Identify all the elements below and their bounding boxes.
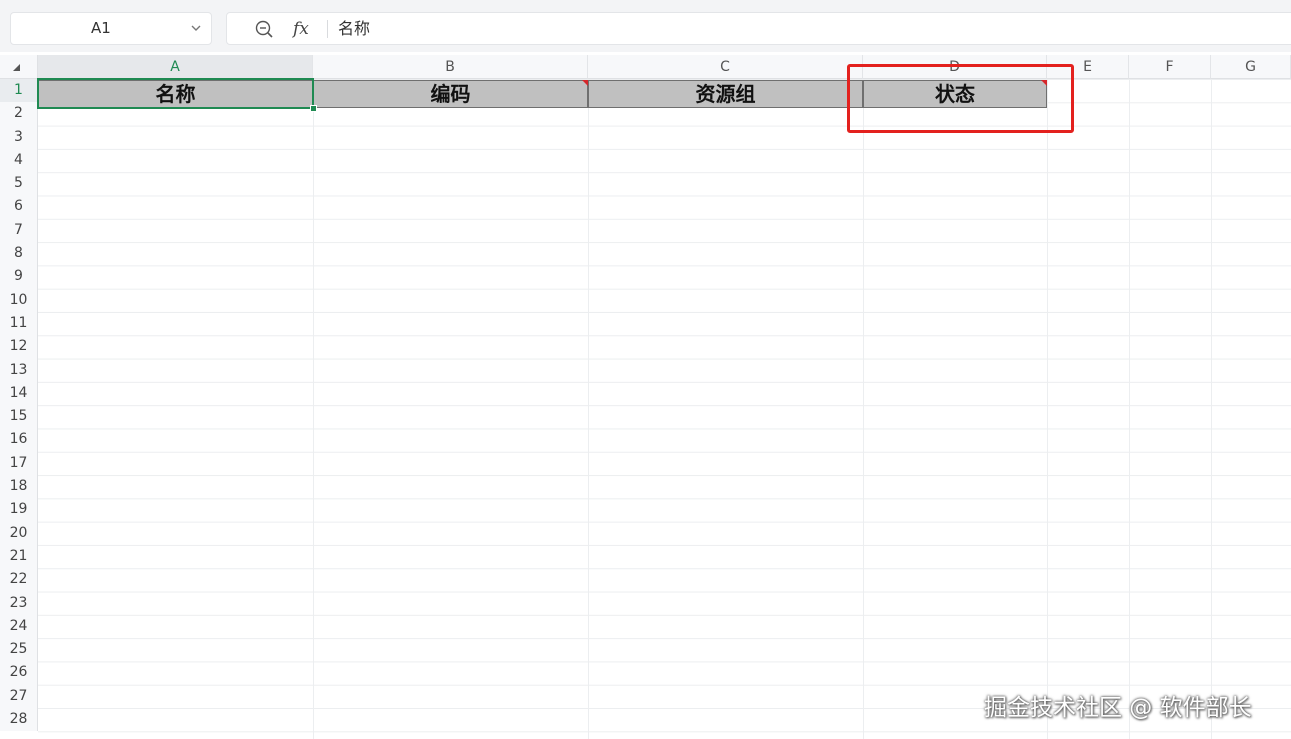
column-header-b[interactable]: B (313, 55, 588, 79)
row-header[interactable]: 21 (0, 544, 38, 569)
name-box-value: A1 (91, 19, 111, 37)
row-header[interactable]: 20 (0, 521, 38, 545)
row-header[interactable]: 6 (0, 195, 38, 219)
fx-icon[interactable]: fx (293, 15, 309, 43)
column-header-c[interactable]: C (588, 55, 863, 79)
column-header-a[interactable]: A (38, 55, 313, 79)
row-header[interactable]: 24 (0, 614, 38, 639)
row-header[interactable]: 16 (0, 428, 38, 452)
row-header[interactable]: 15 (0, 405, 38, 429)
watermark: 掘金技术社区 @ 软件部长 (984, 695, 1252, 721)
grid-line (1047, 79, 1048, 739)
name-box[interactable]: A1 (10, 12, 212, 45)
column-headers: A B C D E F G (38, 55, 1291, 79)
fill-handle[interactable] (310, 105, 317, 112)
select-all-corner[interactable] (0, 55, 38, 79)
selected-cell-outline (37, 78, 314, 109)
row-header[interactable]: 26 (0, 661, 38, 685)
row-header[interactable]: 25 (0, 638, 38, 662)
row-header[interactable]: 5 (0, 172, 38, 196)
row-header[interactable]: 1 (0, 79, 38, 103)
chevron-down-icon[interactable] (189, 21, 203, 35)
row-header[interactable]: 8 (0, 242, 38, 266)
row-header[interactable]: 10 (0, 288, 38, 312)
row-header[interactable]: 18 (0, 475, 38, 499)
formula-bar: A1 fx 名称 (0, 0, 1291, 52)
row-header[interactable]: 17 (0, 451, 38, 476)
row-header[interactable]: 7 (0, 218, 38, 243)
row-header[interactable]: 3 (0, 125, 38, 149)
row-header[interactable]: 12 (0, 335, 38, 359)
formula-input[interactable]: fx 名称 (226, 12, 1291, 45)
row-header[interactable]: 14 (0, 381, 38, 406)
row-header[interactable]: 2 (0, 102, 38, 126)
cell-c1[interactable]: 资源组 (588, 80, 863, 108)
formula-divider (327, 20, 328, 38)
grid-line (1211, 79, 1212, 739)
grid-line (863, 79, 864, 739)
row-header[interactable]: 9 (0, 265, 38, 289)
cell-b1-text: 编码 (430, 82, 471, 106)
column-header-f[interactable]: F (1129, 55, 1211, 79)
grid-line (1129, 79, 1130, 739)
row-header[interactable]: 13 (0, 358, 38, 382)
column-header-g[interactable]: G (1211, 55, 1291, 79)
row-header[interactable]: 28 (0, 708, 38, 732)
cell-grid[interactable] (38, 79, 1291, 739)
row-header[interactable]: 4 (0, 148, 38, 173)
row-header[interactable]: 23 (0, 591, 38, 615)
cell-b1[interactable]: 编码 (313, 80, 588, 108)
row-header[interactable]: 22 (0, 568, 38, 592)
row-header[interactable]: 11 (0, 311, 38, 336)
row-header[interactable]: 19 (0, 498, 38, 522)
annotation-highlight-box (847, 64, 1074, 133)
zoom-icon[interactable] (254, 19, 274, 39)
row-header[interactable]: 27 (0, 684, 38, 709)
formula-value[interactable]: 名称 (338, 13, 370, 44)
select-all-icon (13, 64, 20, 71)
grid-line (588, 79, 589, 739)
row-headers: 1 2 3 4 5 6 7 8 9 10 11 12 13 14 15 16 17 18 19 20 21 22 23 24 2… (0, 79, 38, 732)
grid-line (313, 79, 314, 739)
